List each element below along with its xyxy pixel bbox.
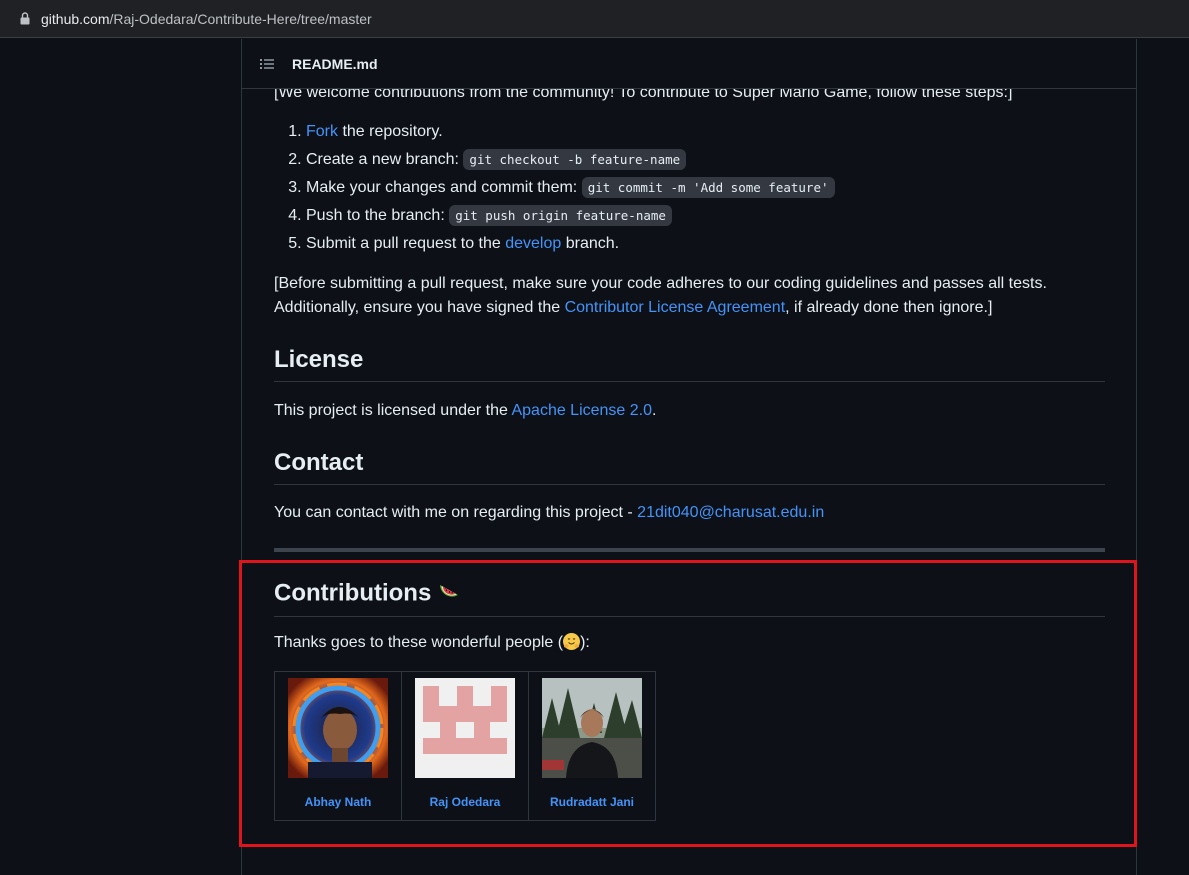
step-text: Submit a pull request to the [306, 235, 506, 252]
contributors-table: Abhay Nath Raj Odedara Rudradatt Jani [274, 671, 656, 821]
license-heading: License [274, 345, 1105, 382]
readme-title[interactable]: README.md [292, 56, 378, 72]
step-text: branch. [561, 235, 620, 252]
avatar-raj-odedara[interactable] [415, 678, 515, 778]
contributor-cell[interactable]: Abhay Nath [274, 671, 402, 821]
code-snippet: git commit -m 'Add some feature' [581, 177, 835, 198]
contributor-name-link[interactable]: Rudradatt Jani [529, 790, 655, 814]
guidelines-text-after: , if already done then ignore.] [785, 299, 993, 316]
contributor-name-link[interactable]: Raj Odedara [402, 790, 528, 814]
contributor-cell[interactable]: Rudradatt Jani [528, 671, 656, 821]
apache-license-link[interactable]: Apache License 2.0 [511, 402, 652, 419]
thanks-text-after: ): [580, 634, 590, 651]
license-text-after: . [652, 402, 657, 419]
url-text[interactable]: github.com/Raj-Odedara/Contribute-Here/t… [41, 11, 372, 27]
contributions-heading: Contributions [274, 578, 1105, 617]
fork-link[interactable]: Fork [306, 123, 338, 140]
browser-address-bar[interactable]: github.com/Raj-Odedara/Contribute-Here/t… [0, 0, 1189, 38]
contributions-heading-text: Contributions [274, 579, 432, 607]
cla-link[interactable]: Contributor License Agreement [565, 299, 786, 316]
watermelon-icon [437, 578, 461, 610]
list-item: Make your changes and commit them: git c… [306, 176, 835, 204]
list-item: Fork the repository. [306, 120, 835, 148]
thanks-text: Thanks goes to these wonderful people ( [274, 634, 564, 651]
url-path: /Raj-Odedara/Contribute-Here/tree/master [109, 10, 372, 27]
code-snippet: git push origin feature-name [449, 205, 672, 226]
avatar-rudradatt-jani[interactable] [542, 678, 642, 778]
avatar-abhay-nath[interactable] [288, 678, 388, 778]
email-link[interactable]: 21dit040@charusat.edu.in [637, 504, 824, 521]
guidelines-paragraph: [Before submitting a pull request, make … [274, 272, 1105, 320]
hugging-face-icon [563, 633, 581, 650]
contributor-cell[interactable]: Raj Odedara [401, 671, 529, 821]
step-text: the repository. [338, 123, 443, 140]
contact-paragraph: You can contact with me on regarding thi… [274, 501, 824, 525]
contributor-name-link[interactable]: Abhay Nath [275, 790, 401, 814]
list-item: Create a new branch: git checkout -b fea… [306, 148, 835, 176]
lock-icon [17, 11, 33, 27]
list-item: Push to the branch: git push origin feat… [306, 204, 835, 232]
url-host: github.com [41, 10, 110, 27]
license-text: This project is licensed under the [274, 402, 512, 419]
license-paragraph: This project is licensed under the Apach… [274, 399, 656, 423]
develop-link[interactable]: develop [505, 235, 561, 252]
list-item: Submit a pull request to the develop bra… [306, 232, 835, 260]
readme-header: README.md [242, 39, 1136, 89]
contact-heading: Contact [274, 448, 1105, 485]
steps-list: Fork the repository. Create a new branch… [274, 120, 835, 260]
thanks-paragraph: Thanks goes to these wonderful people ( … [274, 631, 590, 655]
step-text: Make your changes and commit them: [306, 179, 582, 196]
outline-list-icon[interactable] [259, 56, 275, 72]
step-text: Create a new branch: [306, 151, 464, 168]
readme-panel: README.md [We welcome contributions from… [241, 39, 1137, 875]
contact-text: You can contact with me on regarding thi… [274, 504, 638, 521]
code-snippet: git checkout -b feature-name [463, 149, 687, 170]
horizontal-rule [274, 548, 1105, 552]
step-text: Push to the branch: [306, 207, 450, 224]
